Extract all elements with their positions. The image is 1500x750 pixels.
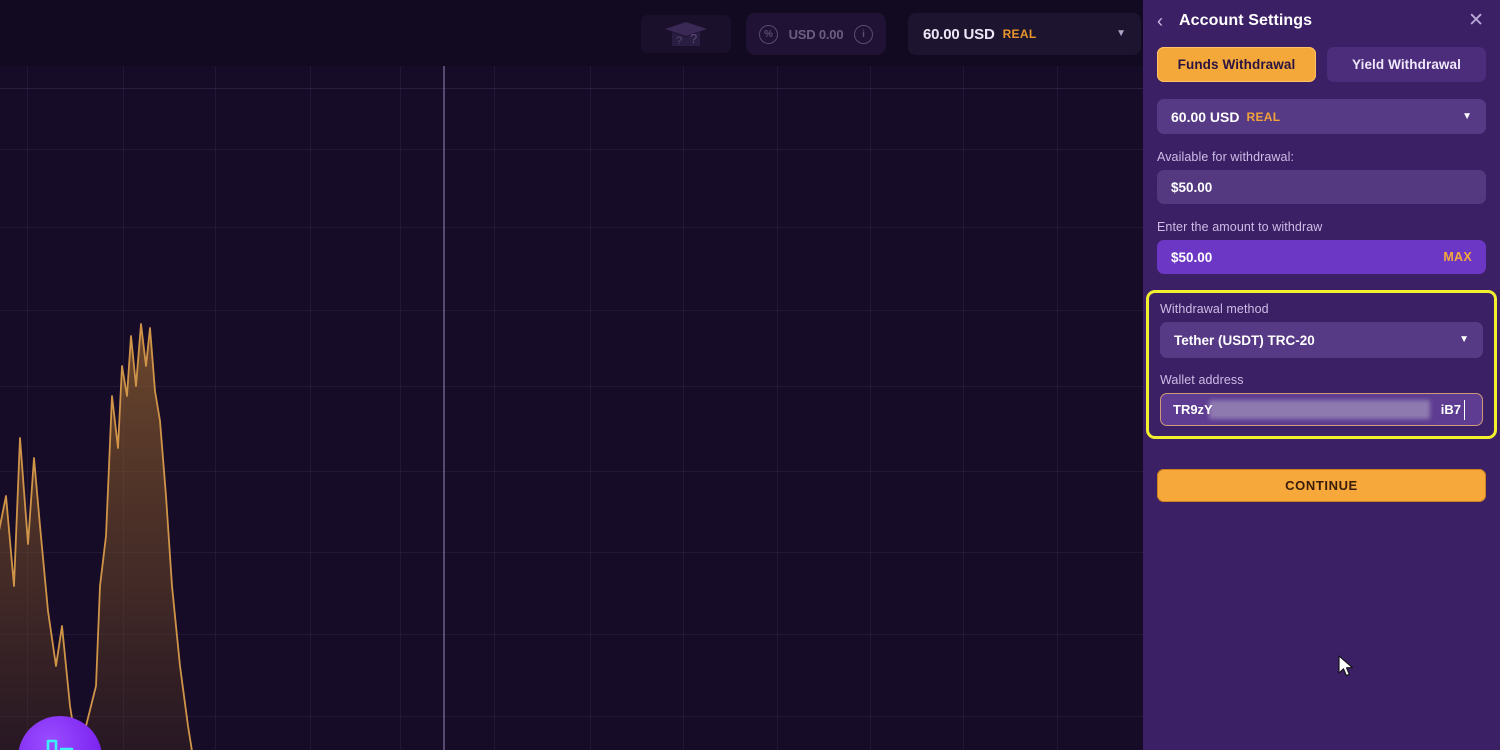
chevron-down-icon: ▼ <box>1459 334 1469 345</box>
price-chart[interactable] <box>0 66 1143 750</box>
graduation-cap-icon: ? ? <box>665 22 707 47</box>
available-amount-field: $50.00 <box>1157 170 1486 204</box>
account-select-type: REAL <box>1246 109 1281 124</box>
available-label: Available for withdrawal: <box>1157 150 1295 164</box>
max-button[interactable]: MAX <box>1443 250 1472 264</box>
withdrawal-tabs: Funds Withdrawal Yield Withdrawal <box>1157 47 1486 82</box>
chevron-left-icon[interactable]: ‹ <box>1157 12 1173 30</box>
tab-funds-withdrawal[interactable]: Funds Withdrawal <box>1157 47 1316 82</box>
profit-amount: USD 0.00 <box>788 26 844 42</box>
trading-area: ? ? % USD 0.00 i 60.00 USD REAL ▼ <box>0 0 1143 750</box>
wallet-address-input[interactable]: TR9zY iB7 <box>1160 393 1483 426</box>
chevron-down-icon: ▼ <box>1462 110 1472 122</box>
top-toolbar: ? ? % USD 0.00 i 60.00 USD REAL ▼ <box>0 0 1143 66</box>
info-circle-icon[interactable]: i <box>854 24 873 44</box>
wallet-address-redaction <box>1209 400 1430 419</box>
wallet-address-label: Wallet address <box>1160 373 1244 387</box>
account-type-badge: REAL <box>1002 27 1037 41</box>
available-amount-value: $50.00 <box>1171 179 1213 195</box>
app-root: ? ? % USD 0.00 i 60.00 USD REAL ▼ ‹ Acco… <box>0 0 1500 750</box>
svg-text:?: ? <box>676 35 682 47</box>
continue-button[interactable]: CONTINUE <box>1157 469 1486 502</box>
method-label: Withdrawal method <box>1160 302 1269 316</box>
account-select-dropdown[interactable]: 60.00 USD REAL ▼ <box>1157 99 1486 134</box>
withdrawal-method-highlight-group: Withdrawal method Tether (USDT) TRC-20 ▼… <box>1146 290 1497 439</box>
withdraw-amount-value: $50.00 <box>1171 249 1213 265</box>
panel-body: Funds Withdrawal Yield Withdrawal 60.00 … <box>1143 41 1500 502</box>
tab-funds-withdrawal-label: Funds Withdrawal <box>1177 57 1296 72</box>
education-button[interactable]: ? ? <box>641 15 731 53</box>
account-balance-value: 60.00 USD <box>923 25 995 43</box>
panel-title: Account Settings <box>1179 11 1313 29</box>
close-icon[interactable]: ✕ <box>1468 11 1484 30</box>
tab-yield-withdrawal-label: Yield Withdrawal <box>1352 57 1461 72</box>
account-settings-panel: ‹ Account Settings ✕ Funds Withdrawal Yi… <box>1143 0 1500 750</box>
withdrawal-method-value: Tether (USDT) TRC-20 <box>1174 332 1315 348</box>
chevron-down-icon: ▼ <box>1116 28 1126 39</box>
continue-button-label: CONTINUE <box>1285 478 1358 493</box>
tab-yield-withdrawal[interactable]: Yield Withdrawal <box>1327 47 1486 82</box>
wallet-address-suffix: iB7 <box>1440 402 1461 417</box>
percent-circle-icon: % <box>759 24 778 44</box>
text-caret <box>1463 400 1465 420</box>
profit-pill[interactable]: % USD 0.00 i <box>746 13 886 55</box>
withdrawal-method-dropdown[interactable]: Tether (USDT) TRC-20 ▼ <box>1160 322 1483 358</box>
withdraw-amount-input[interactable]: $50.00 MAX <box>1157 240 1486 274</box>
amount-label: Enter the amount to withdraw <box>1157 220 1323 234</box>
account-balance-dropdown[interactable]: 60.00 USD REAL ▼ <box>908 13 1141 55</box>
wallet-address-prefix: TR9zY <box>1173 402 1213 417</box>
svg-text:?: ? <box>690 31 697 46</box>
account-select-balance: 60.00 USD <box>1171 108 1240 125</box>
chart-area-series <box>0 323 220 750</box>
panel-header: ‹ Account Settings ✕ <box>1143 0 1500 41</box>
